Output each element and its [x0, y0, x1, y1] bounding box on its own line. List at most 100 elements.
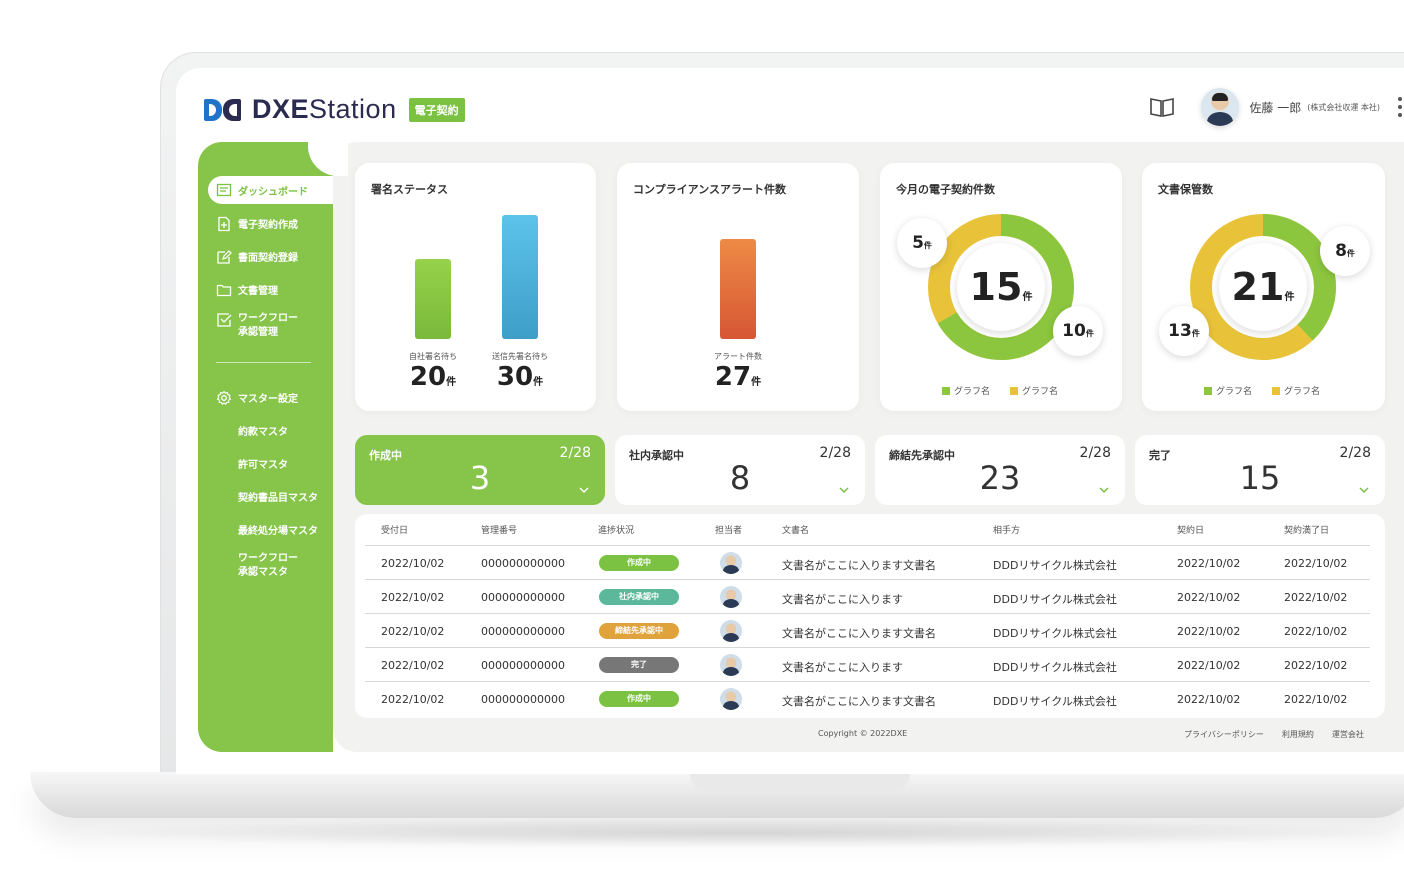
sidebar-item-master-settings[interactable]: マスター設定 [198, 381, 333, 414]
table-row[interactable]: 2022/10/02 000000000000 文書名がここに入ります文書名 DDDリ… [365, 613, 1370, 648]
footer-copyright: Copyright © 2022DXE [818, 729, 908, 738]
table-header[interactable]: 文書名 [782, 523, 809, 536]
footer-link-company[interactable]: 運営会社 [1332, 729, 1364, 740]
checkbox-icon [217, 313, 232, 327]
cell-date: 2022/10/02 [381, 659, 445, 672]
table-header[interactable]: 進捗状況 [598, 523, 634, 536]
table-row[interactable]: 2022/10/02 000000000000 文書名がここに入ります DDDリサイク… [365, 579, 1370, 614]
status-badge: 作成中 [599, 555, 679, 571]
cell-expiry-date: 2022/10/02 [1284, 591, 1348, 604]
sidebar-item-disposal-master[interactable]: 最終処分場マスタ [198, 513, 333, 546]
cell-contract-date: 2022/10/02 [1177, 557, 1241, 570]
folder-icon [216, 284, 232, 296]
cell-partner: DDDリサイクル株式会社 [993, 695, 1117, 708]
cell-partner: DDDリサイクル株式会社 [993, 661, 1117, 674]
chevron-down-icon[interactable] [839, 485, 849, 495]
sidebar-item-create-contract[interactable]: 電子契約作成 [198, 207, 333, 240]
legend-item: グラフ名 [1204, 384, 1252, 397]
table-header[interactable]: 相手方 [993, 523, 1020, 536]
tile-partner-approval[interactable]: 締結先承認中 2/28 23 [875, 435, 1125, 505]
gear-icon [216, 390, 232, 405]
table-header[interactable]: 受付日 [381, 523, 408, 536]
kebab-menu-icon[interactable] [1398, 97, 1402, 117]
table-header[interactable]: 契約満了日 [1284, 523, 1329, 536]
table-header[interactable]: 担当者 [715, 523, 742, 536]
manual-book-icon[interactable] [1149, 96, 1175, 118]
bar-value: 20件 [409, 362, 457, 392]
assignee-avatar[interactable] [720, 620, 742, 642]
sidebar-item-label: ワークフロー 承認管理 [238, 313, 298, 338]
cell-document-name: 文書名がここに入ります [782, 593, 903, 606]
cell-date: 2022/10/02 [381, 625, 445, 638]
assignee-avatar[interactable] [720, 654, 742, 676]
sidebar-item-permit-master[interactable]: 許可マスタ [198, 447, 333, 480]
cell-partner: DDDリサイクル株式会社 [993, 593, 1117, 606]
table-row[interactable]: 2022/10/02 000000000000 文書名がここに入ります DDDリサイク… [365, 647, 1370, 682]
chevron-down-icon[interactable] [1359, 485, 1369, 495]
user-name: 佐藤 一郎 [1249, 100, 1302, 115]
card-title: 文書保管数 [1158, 183, 1213, 196]
user-avatar[interactable] [1201, 88, 1240, 126]
edit-icon [217, 249, 232, 264]
segment-bubble: 10 件 [1053, 306, 1103, 356]
cell-partner: DDDリサイクル株式会社 [993, 559, 1117, 572]
table-row[interactable]: 2022/10/02 000000000000 文書名がここに入ります文書名 DDDリ… [365, 681, 1370, 716]
assignee-avatar[interactable] [720, 688, 742, 710]
bar-label: 自社署名待ち [409, 352, 457, 361]
tile-in-progress[interactable]: 作成中 2/28 3 [355, 435, 605, 505]
footer-link-privacy[interactable]: プライバシーポリシー [1184, 729, 1264, 740]
bar-label: 送信先署名待ち [492, 352, 548, 361]
document-storage-card: 文書保管数 21件 8件 13 件 グラフ名 グラフ名 [1142, 163, 1385, 411]
status-badge: 社内承認中 [599, 589, 679, 605]
donut-legend: グラフ名 グラフ名 [1204, 384, 1320, 397]
monthly-contracts-card: 今月の電子契約件数 15件 5件 10 件 グラフ名 グラフ名 [880, 163, 1122, 411]
sidebar-item-label: 電子契約作成 [238, 220, 298, 231]
tile-internal-approval[interactable]: 社内承認中 2/28 8 [615, 435, 865, 505]
legend-item: グラフ名 [1272, 384, 1320, 397]
bar-recipient-signature [502, 215, 538, 339]
sidebar-item-documents[interactable]: 文書管理 [198, 273, 333, 306]
cell-document-name: 文書名がここに入ります文書名 [782, 559, 936, 572]
status-badge: 完了 [599, 657, 679, 673]
compliance-alert-card: コンプライアンスアラート件数 アラート件数 27件 [617, 163, 859, 411]
bar-own-signature [415, 259, 451, 339]
segment-bubble: 5件 [897, 218, 947, 268]
bar-value: 30件 [496, 362, 544, 392]
cell-expiry-date: 2022/10/02 [1284, 693, 1348, 706]
cell-id: 000000000000 [481, 557, 565, 570]
cell-document-name: 文書名がここに入ります [782, 661, 903, 674]
donut-total: 21件 [1231, 265, 1295, 309]
assignee-avatar[interactable] [720, 586, 742, 608]
legend-item: グラフ名 [942, 384, 990, 397]
header-right: 佐藤 一郎 (株式会社収運 本社) [1149, 88, 1402, 126]
tile-count: 3 [469, 459, 491, 497]
app-logo[interactable]: DXEStation 電子契約 [204, 94, 465, 125]
table-header[interactable]: 契約日 [1177, 523, 1204, 536]
sidebar-item-paper-contract[interactable]: 書面契約登録 [198, 240, 333, 273]
sidebar-item-terms-master[interactable]: 約款マスタ [198, 414, 333, 447]
legend-item: グラフ名 [1010, 384, 1058, 397]
sidebar-item-workflow-approval[interactable]: ワークフロー 承認管理 [198, 306, 333, 346]
chevron-down-icon[interactable] [1099, 485, 1109, 495]
sidebar-item-item-master[interactable]: 契約書品目マスタ [198, 480, 333, 513]
footer-link-terms[interactable]: 利用規約 [1282, 729, 1314, 740]
tile-completed[interactable]: 完了 2/28 15 [1135, 435, 1385, 505]
assignee-avatar[interactable] [720, 552, 742, 574]
laptop-shadow [80, 818, 1404, 848]
chevron-down-icon[interactable] [579, 485, 589, 495]
app-screen: DXEStation 電子契約 佐藤 一郎 (株式会社収運 本社) ダッシュボー… [176, 68, 1404, 774]
product-badge: 電子契約 [408, 97, 465, 122]
status-badge: 締結先承認中 [599, 623, 679, 639]
table-header[interactable]: 管理番号 [481, 523, 517, 536]
bar-label: アラート件数 [714, 352, 762, 361]
card-title: 署名ステータス [371, 183, 448, 196]
signature-status-card: 署名ステータス 自社署名待ち 送信先署名待ち 20件 30件 [355, 163, 596, 411]
sidebar-item-label: ダッシュボード [238, 186, 308, 198]
sidebar-item-workflow-master[interactable]: ワークフロー 承認マスタ [198, 546, 333, 586]
add-document-icon [218, 216, 230, 231]
cell-document-name: 文書名がここに入ります文書名 [782, 695, 936, 708]
logo-text: DXEStation [252, 94, 397, 124]
sidebar-item-dashboard[interactable]: ダッシュボード [208, 176, 333, 204]
sidebar-nav: ダッシュボード 電子契約作成 書面契約登録 文書管理 ワークフロー 承認管理 マ… [198, 174, 333, 586]
table-row[interactable]: 2022/10/02 000000000000 文書名がここに入ります文書名 DDDリ… [365, 545, 1370, 580]
